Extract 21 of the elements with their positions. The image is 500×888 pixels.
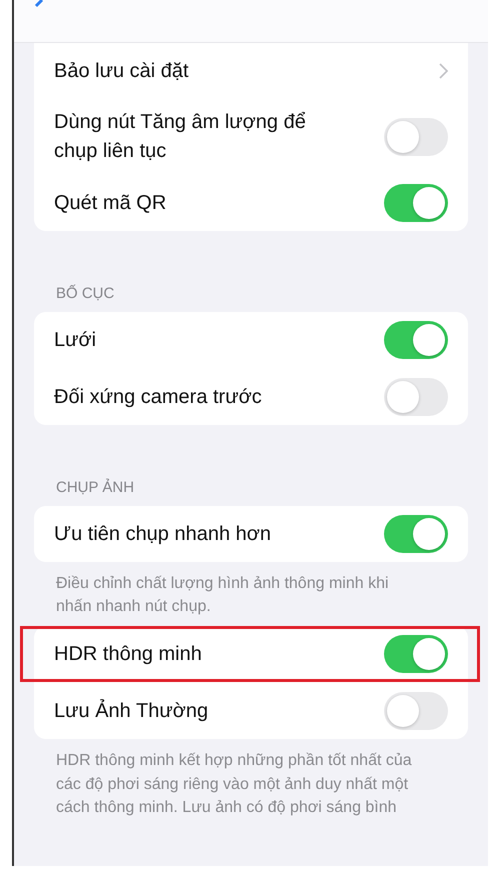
- toggle-switch[interactable]: [384, 321, 448, 359]
- setting-label: HDR thông minh: [54, 642, 202, 667]
- section-header: BỐ CỤC: [55, 284, 116, 304]
- section-footer: Điều chỉnh chất lượng hình ảnh thông minh khi nhấn nhanh nút chụp.: [34, 562, 468, 626]
- toggle-switch[interactable]: [384, 378, 448, 416]
- toggle-switch[interactable]: [384, 184, 448, 222]
- toggle-switch[interactable]: [384, 515, 448, 553]
- setting-label: Ưu tiên chụp nhanh hơn: [54, 522, 272, 546]
- section-header: CHỤP ẢNH: [55, 478, 136, 498]
- setting-label: Lưu Ảnh Thường: [54, 698, 208, 724]
- toggle-switch[interactable]: [384, 692, 448, 730]
- toggle-switch[interactable]: [384, 118, 448, 156]
- back-chevron-icon[interactable]: [34, 0, 44, 10]
- setting-label: Dùng nút Tăng âm lượng để chụp liên tục: [54, 110, 307, 164]
- setting-label: Quét mã QR: [54, 190, 166, 216]
- toggle-switch[interactable]: [384, 635, 448, 674]
- setting-label: Lưới: [54, 328, 96, 352]
- section-footer: HDR thông minh kết hợp những phần tốt nhất của các độ phơi sáng riêng vào một ảnh duy nhất một cách thông minh. Lưu ảnh có độ phơi sáng bình: [34, 739, 468, 827]
- setting-label: Bảo lưu cài đặt: [54, 58, 189, 84]
- chevron-icon[interactable]: [439, 63, 448, 79]
- setting-label: Đối xứng camera trước: [54, 384, 262, 410]
